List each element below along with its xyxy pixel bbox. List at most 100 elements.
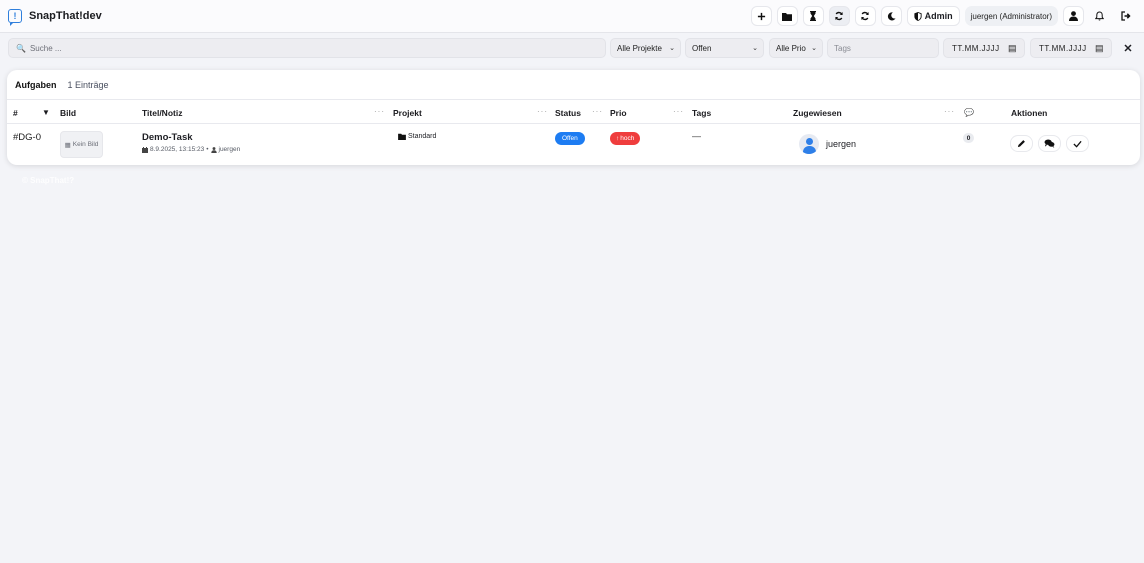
- column-menu-icon[interactable]: ···: [592, 107, 603, 116]
- chevron-down-icon: ⌄: [811, 45, 817, 52]
- no-image-label: Kein Bild: [72, 141, 99, 148]
- calendar-icon: [142, 146, 148, 153]
- refresh-button[interactable]: [854, 6, 876, 26]
- shield-icon: [914, 11, 922, 21]
- comments-button[interactable]: [1038, 135, 1061, 152]
- card-header: Aufgaben 1 Einträge: [15, 80, 109, 90]
- arrow-up-icon: ↑: [616, 135, 620, 142]
- pencil-icon: [1017, 140, 1025, 148]
- logout-icon: [1120, 11, 1131, 21]
- tags-placeholder: Tags: [834, 43, 851, 53]
- filter-bar: 🔍 Suche ... Alle Projekte ⌄ Offen ⌄ Alle…: [8, 38, 1138, 58]
- status-filter-select[interactable]: Offen ⌄: [685, 38, 764, 58]
- search-input[interactable]: 🔍 Suche ...: [8, 38, 606, 58]
- chevron-down-icon: ⌄: [752, 45, 758, 52]
- avatar: [799, 134, 819, 154]
- column-menu-icon[interactable]: ···: [944, 107, 955, 116]
- app-name: SnapThat!dev: [29, 10, 102, 22]
- add-task-button[interactable]: [750, 6, 772, 26]
- assignee-cell[interactable]: juergen: [799, 134, 856, 154]
- complete-button[interactable]: [1066, 135, 1089, 152]
- calendar-icon[interactable]: ▤: [1095, 43, 1104, 54]
- logout-button[interactable]: [1115, 6, 1136, 26]
- column-menu-icon[interactable]: ···: [537, 107, 548, 116]
- folder-icon: [398, 133, 406, 140]
- dark-mode-button[interactable]: [880, 6, 902, 26]
- table-row[interactable]: #DG-0 ▦ Kein Bild Demo-Task 8.9.2025, 13…: [7, 125, 1140, 165]
- bell-icon: [1095, 11, 1104, 21]
- column-project[interactable]: Projekt: [393, 108, 422, 118]
- column-id[interactable]: #: [13, 108, 18, 118]
- refresh-icon: [861, 11, 869, 21]
- edit-button[interactable]: [1010, 135, 1033, 152]
- entry-count: 1 Einträge: [67, 80, 109, 90]
- column-actions: Aktionen: [1011, 108, 1048, 118]
- column-menu-icon[interactable]: ···: [673, 107, 684, 116]
- admin-label: Admin: [924, 11, 953, 21]
- user-icon: [1069, 11, 1078, 21]
- footer-text: © SnapThat!?: [22, 176, 75, 185]
- table-header: # ▼ Bild Titel/Notiz ··· Projekt ··· Sta…: [7, 99, 1140, 124]
- status-filter-value: Offen: [692, 43, 712, 53]
- task-meta: 8.9.2025, 13:15:23 • juergen: [142, 146, 240, 153]
- check-icon: [1073, 140, 1082, 148]
- header-actions: Admin juergen (Administrator): [750, 6, 1136, 26]
- app-logo-icon: !: [8, 9, 22, 26]
- column-assignee[interactable]: Zugewiesen: [793, 108, 842, 118]
- sync-button[interactable]: [828, 6, 850, 26]
- chevron-down-icon: ⌄: [669, 45, 675, 52]
- date-to-placeholder: TT.MM.JJJJ: [1039, 43, 1087, 53]
- column-status[interactable]: Status: [555, 108, 581, 118]
- plus-icon: [757, 12, 765, 20]
- column-title[interactable]: Titel/Notiz: [142, 108, 182, 118]
- date-from-input[interactable]: TT.MM.JJJJ ▤: [943, 38, 1025, 58]
- date-to-input[interactable]: TT.MM.JJJJ ▤: [1030, 38, 1112, 58]
- task-id[interactable]: #DG-0: [13, 132, 41, 143]
- notifications-button[interactable]: [1089, 6, 1110, 26]
- projects-button[interactable]: [776, 6, 798, 26]
- column-menu-icon[interactable]: ···: [374, 107, 385, 116]
- project-cell: Standard: [398, 133, 436, 140]
- clear-filters-button[interactable]: ✕: [1118, 38, 1138, 58]
- prio-filter-select[interactable]: Alle Prio ⌄: [769, 38, 823, 58]
- search-placeholder: Suche ...: [29, 43, 62, 53]
- admin-button[interactable]: Admin: [906, 6, 960, 26]
- column-tags: Tags: [692, 108, 712, 118]
- calendar-icon[interactable]: ▤: [1008, 43, 1017, 54]
- card-title: Aufgaben: [15, 80, 57, 90]
- project-filter-select[interactable]: Alle Projekte ⌄: [610, 38, 681, 58]
- task-title[interactable]: Demo-Task: [142, 132, 193, 143]
- comments-icon: [1044, 139, 1055, 148]
- hourglass-icon: [810, 11, 817, 21]
- column-prio[interactable]: Prio: [610, 108, 627, 118]
- column-image: Bild: [60, 108, 77, 118]
- priority-label: hoch: [620, 135, 635, 142]
- task-author: juergen: [218, 146, 241, 153]
- meta-separator: •: [206, 146, 209, 153]
- sort-desc-icon[interactable]: ▼: [42, 108, 50, 117]
- moon-icon: [887, 11, 896, 20]
- date-from-placeholder: TT.MM.JJJJ: [952, 43, 1000, 53]
- prio-filter-value: Alle Prio: [776, 43, 806, 53]
- image-icon: ▦: [64, 141, 71, 149]
- user-icon: [210, 146, 217, 153]
- tasks-card: Aufgaben 1 Einträge # ▼ Bild Titel/Notiz…: [7, 70, 1140, 165]
- assignee-name: juergen: [826, 139, 857, 149]
- comment-count: 0: [963, 133, 974, 143]
- tags-input[interactable]: Tags: [827, 38, 939, 58]
- project-filter-value: Alle Projekte: [617, 43, 662, 53]
- comments-column-icon: 💬: [964, 108, 974, 117]
- brand[interactable]: ! SnapThat!dev: [8, 9, 102, 26]
- current-user-chip[interactable]: juergen (Administrator): [964, 6, 1058, 26]
- timer-button[interactable]: [802, 6, 824, 26]
- tags-value: —: [692, 131, 701, 141]
- image-placeholder[interactable]: ▦ Kein Bild: [60, 131, 103, 158]
- profile-button[interactable]: [1063, 6, 1084, 26]
- close-icon: ✕: [1123, 42, 1133, 55]
- folder-icon: [782, 12, 793, 21]
- search-icon: 🔍: [16, 43, 26, 53]
- status-badge[interactable]: Offen: [555, 132, 585, 145]
- top-bar: ! SnapThat!dev Admin juergen (Administra…: [0, 0, 1144, 33]
- sync-icon: [835, 11, 843, 21]
- priority-badge[interactable]: ↑ hoch: [610, 132, 641, 145]
